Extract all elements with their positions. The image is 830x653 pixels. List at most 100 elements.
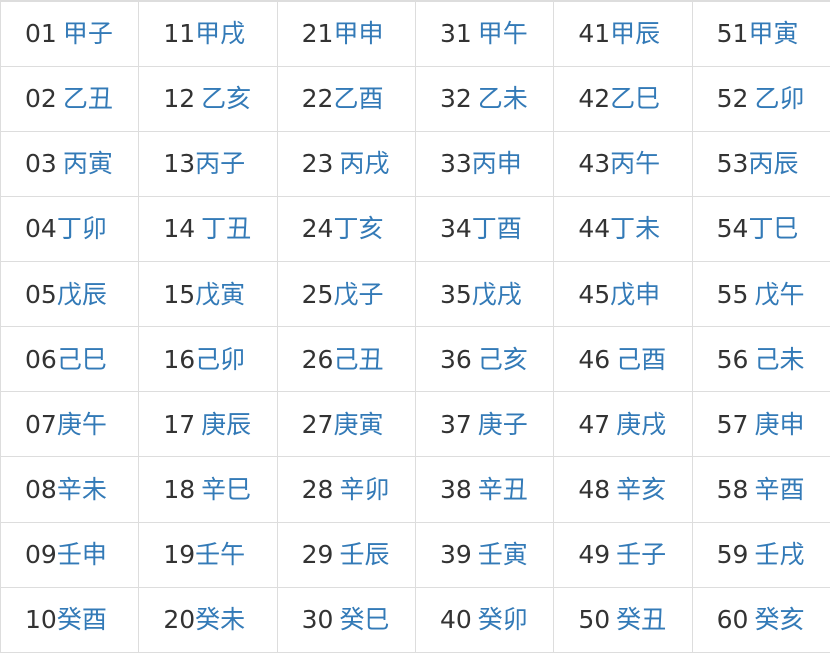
- table-cell: 33丙申: [414, 130, 555, 197]
- ganzhi-link[interactable]: 壬辰: [339, 540, 389, 569]
- cycle-number: 11: [163, 19, 196, 49]
- table-cell: 29 壬辰: [276, 521, 416, 588]
- ganzhi-link[interactable]: 乙丑: [63, 84, 113, 113]
- ganzhi-link[interactable]: 甲寅: [748, 19, 798, 48]
- table-cell: 08辛未: [0, 456, 140, 523]
- table-cell: 34丁酉: [414, 195, 555, 263]
- ganzhi-link[interactable]: 甲午: [478, 19, 528, 48]
- table-cell: 28 辛卯: [276, 456, 416, 523]
- ganzhi-link[interactable]: 甲子: [63, 19, 113, 48]
- cycle-number: 25: [301, 279, 334, 309]
- ganzhi-link[interactable]: 壬申: [57, 540, 107, 569]
- ganzhi-link[interactable]: 己丑: [333, 345, 383, 374]
- table-cell: 09壬申: [0, 521, 140, 588]
- ganzhi-link[interactable]: 戊午: [754, 280, 804, 309]
- table-cell: 51甲寅: [691, 0, 830, 67]
- ganzhi-link[interactable]: 丙申: [472, 149, 522, 178]
- ganzhi-link[interactable]: 丙戌: [339, 149, 389, 178]
- ganzhi-link[interactable]: 戊寅: [195, 280, 245, 309]
- cycle-number: 16: [163, 344, 196, 374]
- table-cell: 41甲辰: [553, 0, 693, 67]
- ganzhi-link[interactable]: 辛丑: [478, 475, 528, 504]
- table-cell: 38 辛丑: [414, 456, 555, 523]
- cycle-number: 36: [439, 344, 472, 374]
- ganzhi-link[interactable]: 庚寅: [333, 410, 383, 439]
- ganzhi-link[interactable]: 乙未: [478, 84, 528, 113]
- ganzhi-link[interactable]: 癸丑: [616, 605, 666, 634]
- ganzhi-link[interactable]: 癸亥: [754, 605, 804, 634]
- ganzhi-link[interactable]: 辛酉: [754, 475, 804, 504]
- table-cell: 50 癸丑: [553, 586, 693, 653]
- cycle-number: 59: [716, 540, 749, 570]
- table-cell: 25戊子: [276, 261, 416, 328]
- ganzhi-link[interactable]: 己未: [754, 345, 804, 374]
- cycle-number: 24: [301, 214, 334, 244]
- ganzhi-link[interactable]: 乙酉: [333, 84, 383, 113]
- ganzhi-link[interactable]: 丁亥: [333, 214, 383, 243]
- ganzhi-link[interactable]: 壬子: [616, 540, 666, 569]
- table-cell: 43丙午: [553, 130, 693, 197]
- table-cell: 06己巳: [0, 326, 140, 393]
- ganzhi-link[interactable]: 丙子: [195, 149, 245, 178]
- cycle-number: 48: [578, 475, 611, 505]
- ganzhi-link[interactable]: 壬戌: [754, 540, 804, 569]
- ganzhi-link[interactable]: 戊辰: [57, 280, 107, 309]
- cycle-number: 29: [301, 540, 334, 570]
- ganzhi-link[interactable]: 庚戌: [616, 410, 666, 439]
- ganzhi-link[interactable]: 癸巳: [339, 605, 389, 634]
- ganzhi-link[interactable]: 戊申: [610, 280, 660, 309]
- ganzhi-link[interactable]: 丙午: [610, 149, 660, 178]
- ganzhi-link[interactable]: 乙巳: [610, 84, 660, 113]
- ganzhi-link[interactable]: 丁酉: [472, 214, 522, 243]
- table-cell: 13丙子: [138, 130, 278, 197]
- table-cell: 46 己酉: [553, 326, 693, 393]
- table-cell: 22乙酉: [276, 65, 416, 132]
- ganzhi-link[interactable]: 戊戌: [472, 280, 522, 309]
- table-cell: 59 壬戌: [691, 521, 830, 588]
- ganzhi-link[interactable]: 丙辰: [748, 149, 798, 178]
- ganzhi-link[interactable]: 丙寅: [63, 149, 113, 178]
- ganzhi-link[interactable]: 己亥: [478, 345, 528, 374]
- ganzhi-link[interactable]: 壬寅: [478, 540, 528, 569]
- cycle-number: 42: [578, 84, 611, 114]
- ganzhi-link[interactable]: 丁卯: [57, 214, 107, 243]
- ganzhi-link[interactable]: 庚午: [57, 410, 107, 439]
- ganzhi-link[interactable]: 庚子: [478, 410, 528, 439]
- ganzhi-link[interactable]: 乙卯: [754, 84, 804, 113]
- ganzhi-link[interactable]: 壬午: [195, 540, 245, 569]
- table-cell: 15戊寅: [138, 261, 278, 328]
- ganzhi-link[interactable]: 辛卯: [339, 475, 389, 504]
- ganzhi-link[interactable]: 己酉: [616, 345, 666, 374]
- ganzhi-link[interactable]: 辛未: [57, 475, 107, 504]
- ganzhi-link[interactable]: 乙亥: [201, 84, 251, 113]
- ganzhi-link[interactable]: 癸卯: [478, 605, 528, 634]
- table-cell: 54丁巳: [691, 195, 830, 263]
- ganzhi-link[interactable]: 丁巳: [748, 214, 798, 243]
- ganzhi-link[interactable]: 甲辰: [610, 19, 660, 48]
- ganzhi-link[interactable]: 庚申: [754, 410, 804, 439]
- ganzhi-link[interactable]: 辛巳: [201, 475, 251, 504]
- ganzhi-link[interactable]: 己卯: [195, 345, 245, 374]
- cycle-number: 26: [301, 344, 334, 374]
- ganzhi-link[interactable]: 庚辰: [201, 410, 251, 439]
- table-cell: 31 甲午: [414, 0, 555, 67]
- ganzhi-link[interactable]: 戊子: [333, 280, 383, 309]
- table-cell: 55 戊午: [691, 261, 830, 328]
- table-row: 05戊辰 15戊寅 25戊子 35戊戌 45戊申 55 戊午: [0, 261, 830, 328]
- ganzhi-link[interactable]: 己巳: [57, 345, 107, 374]
- table-cell: 40 癸卯: [414, 586, 555, 653]
- cycle-number: 32: [439, 84, 472, 114]
- ganzhi-link[interactable]: 甲申: [333, 19, 383, 48]
- ganzhi-link[interactable]: 丁丑: [201, 214, 251, 243]
- ganzhi-link[interactable]: 癸酉: [57, 605, 107, 634]
- cycle-number: 53: [716, 149, 749, 179]
- ganzhi-link[interactable]: 丁未: [610, 214, 660, 243]
- table-row: 01 甲子 11甲戌 21甲申 31 甲午 41甲辰 51甲寅: [0, 0, 830, 67]
- table-cell: 14 丁丑: [138, 195, 278, 263]
- cycle-number: 41: [578, 19, 611, 49]
- ganzhi-link[interactable]: 癸未: [195, 605, 245, 634]
- ganzhi-link[interactable]: 辛亥: [616, 475, 666, 504]
- table-cell: 04丁卯: [0, 195, 140, 263]
- ganzhi-link[interactable]: 甲戌: [195, 19, 245, 48]
- table-body: 01 甲子 11甲戌 21甲申 31 甲午 41甲辰 51甲寅 02 乙丑 12 乙亥 22乙酉 32 乙未…: [0, 0, 830, 653]
